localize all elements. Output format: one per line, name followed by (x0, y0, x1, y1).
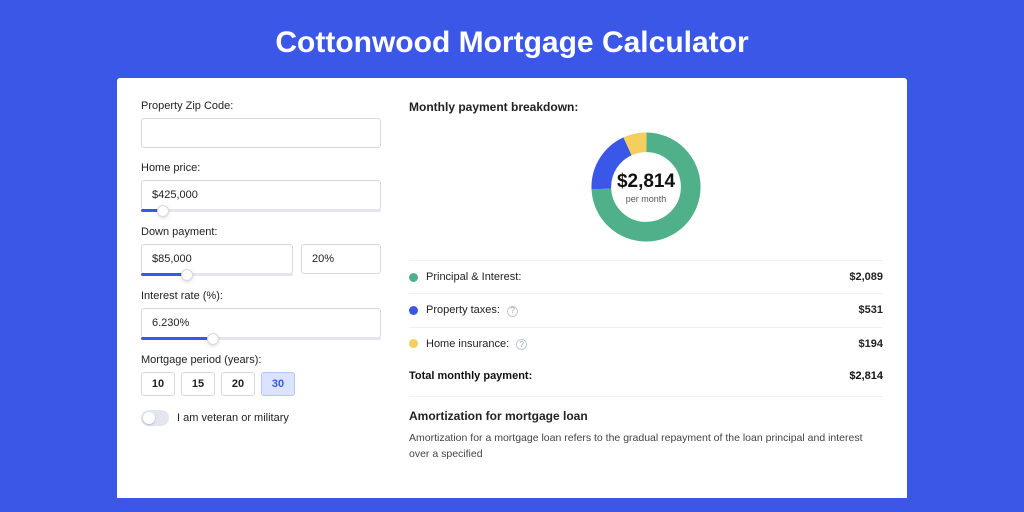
donut-chart: $2,814 per month (587, 128, 705, 246)
home-price-input[interactable] (141, 180, 381, 210)
period-option-15[interactable]: 15 (181, 372, 215, 396)
down-payment-percent-input[interactable] (301, 244, 381, 274)
donut-center-amount: $2,814 (617, 171, 675, 193)
down-payment-amount-input[interactable] (141, 244, 293, 274)
form-column: Property Zip Code: Home price: Down paym… (141, 100, 381, 498)
interest-label: Interest rate (%): (141, 290, 381, 302)
veteran-toggle-row: I am veteran or military (141, 410, 381, 426)
home-price-slider[interactable] (141, 209, 381, 212)
dot-icon (409, 339, 418, 348)
down-payment-field-group: Down payment: (141, 226, 381, 276)
slider-thumb-icon[interactable] (207, 333, 219, 345)
amortization-section: Amortization for mortgage loan Amortizat… (409, 396, 883, 463)
legend-row-property-taxes: Property taxes: ? $531 (409, 294, 883, 328)
zip-field-group: Property Zip Code: (141, 100, 381, 148)
donut-center-sub: per month (626, 194, 667, 204)
period-option-30[interactable]: 30 (261, 372, 295, 396)
period-option-10[interactable]: 10 (141, 372, 175, 396)
legend-row-home-insurance: Home insurance: ? $194 (409, 328, 883, 361)
legend-row-principal-interest: Principal & Interest: $2,089 (409, 261, 883, 294)
period-label: Mortgage period (years): (141, 354, 381, 366)
dot-icon (409, 273, 418, 282)
slider-thumb-icon[interactable] (157, 205, 169, 217)
zip-label: Property Zip Code: (141, 100, 381, 112)
veteran-toggle[interactable] (141, 410, 169, 426)
slider-thumb-icon[interactable] (181, 269, 193, 281)
interest-input[interactable] (141, 308, 381, 338)
interest-slider[interactable] (141, 337, 381, 340)
legend-label: Principal & Interest: (426, 271, 849, 283)
legend-amount: $194 (859, 338, 883, 350)
legend: Principal & Interest: $2,089 Property ta… (409, 260, 883, 360)
amortization-title: Amortization for mortgage loan (409, 409, 883, 423)
info-icon[interactable]: ? (507, 306, 518, 317)
home-price-label: Home price: (141, 162, 381, 174)
total-label: Total monthly payment: (409, 370, 849, 382)
zip-input[interactable] (141, 118, 381, 148)
total-amount: $2,814 (849, 370, 883, 382)
page-title: Cottonwood Mortgage Calculator (0, 0, 1024, 78)
home-price-field-group: Home price: (141, 162, 381, 212)
veteran-toggle-label: I am veteran or military (177, 412, 289, 424)
breakdown-column: Monthly payment breakdown: $2,814 per mo… (409, 100, 883, 498)
period-options: 10 15 20 30 (141, 372, 381, 396)
legend-label: Property taxes: ? (426, 304, 859, 317)
period-option-20[interactable]: 20 (221, 372, 255, 396)
legend-label: Home insurance: ? (426, 338, 859, 351)
period-field-group: Mortgage period (years): 10 15 20 30 (141, 354, 381, 396)
info-icon[interactable]: ? (516, 339, 527, 350)
donut-chart-wrap: $2,814 per month (409, 124, 883, 260)
dot-icon (409, 306, 418, 315)
total-row: Total monthly payment: $2,814 (409, 360, 883, 396)
interest-field-group: Interest rate (%): (141, 290, 381, 340)
down-payment-slider[interactable] (141, 273, 293, 276)
down-payment-label: Down payment: (141, 226, 381, 238)
breakdown-title: Monthly payment breakdown: (409, 100, 883, 114)
legend-amount: $531 (859, 304, 883, 316)
calculator-panel: Property Zip Code: Home price: Down paym… (117, 78, 907, 498)
legend-amount: $2,089 (849, 271, 883, 283)
amortization-text: Amortization for a mortgage loan refers … (409, 431, 883, 463)
